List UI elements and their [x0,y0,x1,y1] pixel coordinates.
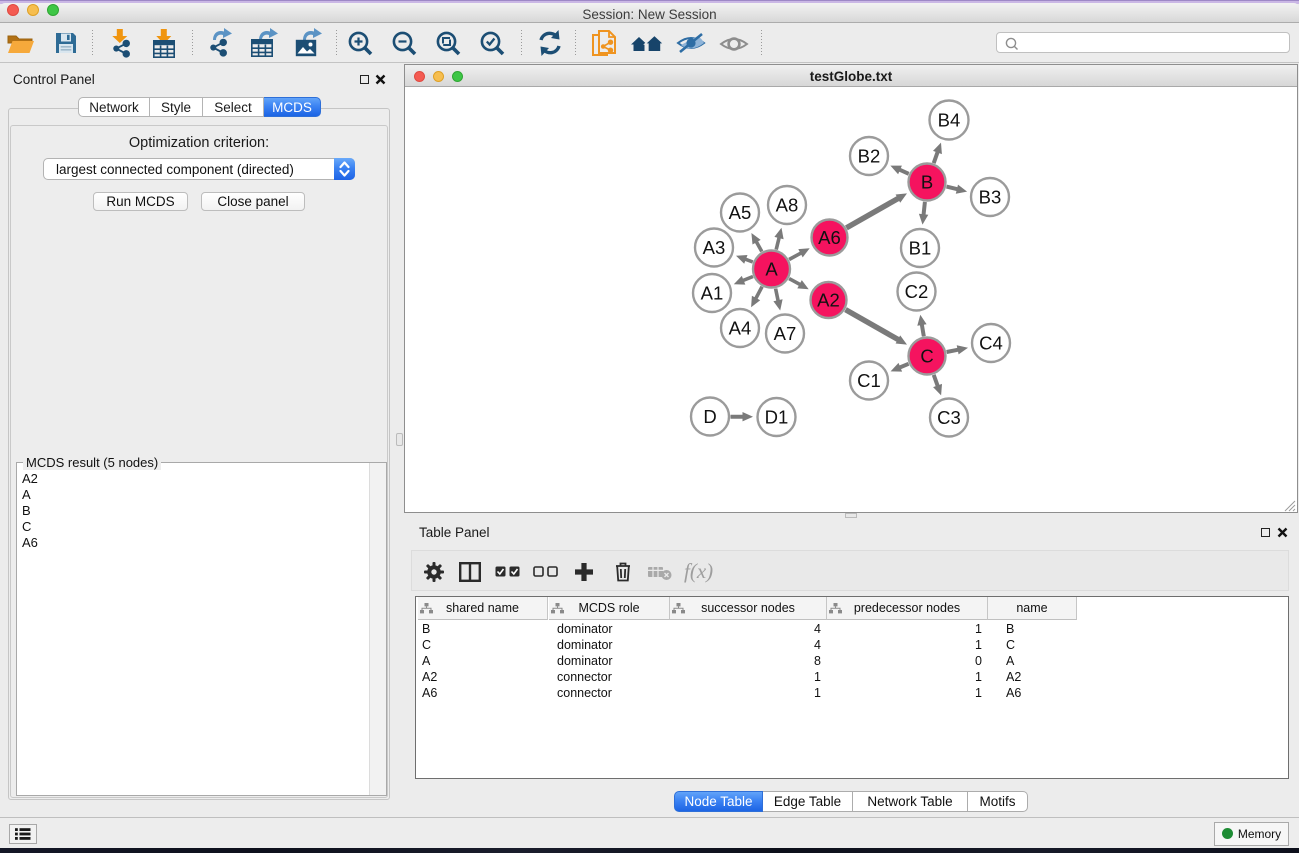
svg-text:C4: C4 [979,333,1003,354]
svg-text:B2: B2 [858,146,881,167]
svg-text:B1: B1 [909,238,932,259]
svg-text:A: A [765,259,778,280]
svg-text:B4: B4 [938,110,961,131]
svg-text:C1: C1 [857,370,881,391]
svg-text:A4: A4 [729,318,752,339]
svg-text:D1: D1 [765,407,789,428]
svg-text:D: D [703,406,716,427]
svg-text:A2: A2 [817,290,840,311]
svg-text:C: C [920,346,933,367]
svg-text:A8: A8 [776,195,799,216]
svg-text:A7: A7 [774,323,797,344]
svg-text:A3: A3 [703,237,726,258]
svg-text:C3: C3 [937,407,961,428]
svg-text:A1: A1 [701,283,724,304]
svg-text:C2: C2 [905,281,929,302]
svg-text:A6: A6 [818,227,841,248]
svg-text:B3: B3 [979,187,1002,208]
svg-text:B: B [921,172,933,193]
svg-text:A5: A5 [729,202,752,223]
